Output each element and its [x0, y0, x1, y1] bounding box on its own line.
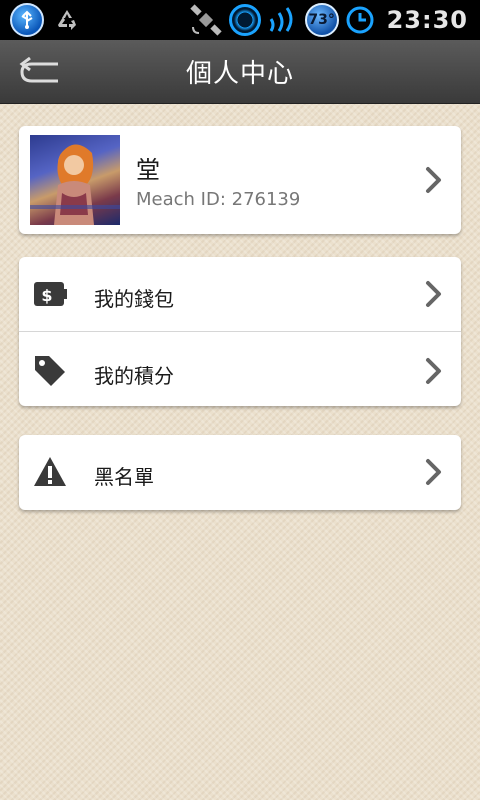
blacklist-label: 黑名單: [94, 465, 154, 489]
avatar: [30, 135, 120, 225]
status-bar: 73° 23:30: [0, 0, 480, 40]
wallet-icon: $: [34, 282, 67, 306]
status-time: 23:30: [386, 6, 468, 34]
recycle-icon: [58, 10, 76, 30]
blacklist-card[interactable]: 黑名單: [19, 435, 461, 510]
user-id: Meach ID: 276139: [136, 189, 301, 210]
chevron-right-icon: [426, 358, 441, 384]
clock-icon: [346, 6, 374, 34]
signal-icon: [269, 7, 293, 32]
app-header: 個人中心: [0, 40, 480, 104]
wallet-label: 我的錢包: [94, 287, 174, 311]
back-button[interactable]: [14, 54, 68, 90]
profile-card[interactable]: 堂 Meach ID: 276139: [19, 126, 461, 234]
page-title: 個人中心: [185, 59, 294, 89]
tag-icon: [35, 356, 65, 386]
aperture-icon: [228, 4, 261, 36]
chevron-right-icon: [426, 167, 441, 193]
wallet-points-card: $ 我的錢包 我的積分: [19, 257, 461, 406]
svg-text:$: $: [41, 286, 52, 305]
temperature-badge: 73°: [304, 3, 339, 37]
back-arrow-icon: [19, 57, 58, 83]
menu-item-points[interactable]: 我的積分: [19, 332, 461, 406]
user-name: 堂: [136, 156, 160, 184]
warning-icon: [34, 457, 66, 486]
chevron-right-icon: [426, 459, 441, 485]
usb-icon: [10, 3, 44, 37]
satellite-icon: [189, 4, 222, 36]
points-label: 我的積分: [94, 364, 174, 388]
menu-item-wallet[interactable]: $ 我的錢包: [19, 257, 461, 331]
chevron-right-icon: [426, 281, 441, 307]
